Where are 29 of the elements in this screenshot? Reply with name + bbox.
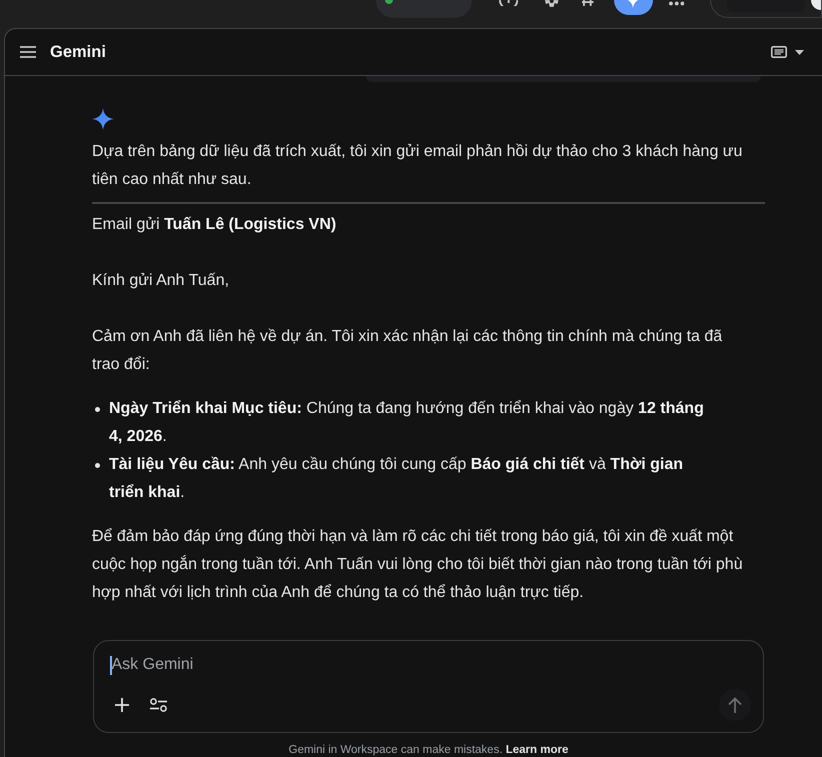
learn-more-link[interactable]: Learn more <box>506 744 568 756</box>
up-arrow-icon <box>728 697 742 713</box>
list-item: Ngày Triển khai Mục tiêu: Chúng ta đang hướng đến triển khai vào ngày 12 tháng 4, 2026. <box>109 399 705 447</box>
prompt-input[interactable]: Ask Gemini <box>112 653 412 677</box>
sliders-icon <box>150 698 166 712</box>
plus-icon <box>115 698 129 712</box>
response-text: Dựa trên bảng dữ liệu đã trích xuất, tôi xin gửi email phản hồi dự thảo cho 3 khách hàng ưu tiên cao nhất như sau. <box>92 142 744 190</box>
view-menu-button[interactable] <box>771 46 804 58</box>
settings-icon[interactable] <box>543 0 560 8</box>
layout-icon <box>771 46 787 58</box>
sparkle-icon <box>628 0 638 8</box>
email-paragraph: Kính gửi Anh Tuấn, <box>92 271 230 291</box>
email-paragraph: Để đảm bảo đáp ứng đúng thời hạn và làm rõ các chi tiết trong báo giá, tôi xin đề xuất một cuộc họp ngắn trong tuần tới. Anh Tuấn vui lòng cho tôi biết thời gian nào trong tuần tới phù hợp nhất với lịch trình của Anh để chúng ta có thể thảo luận trực tiếp. <box>92 527 744 603</box>
bars-icon[interactable] <box>582 0 594 6</box>
circle-icon[interactable] <box>498 0 518 6</box>
sparkle-button[interactable] <box>614 0 653 15</box>
caret-icon <box>795 50 804 54</box>
sparkle-icon <box>92 108 114 130</box>
menu-icon[interactable] <box>20 46 36 58</box>
avatar-icon[interactable] <box>811 0 821 10</box>
apps-icon[interactable] <box>668 1 684 6</box>
list-item: Tài liệu Yêu cầu: Anh yêu cầu chúng tôi cung cấp Báo giá chi tiết và Thời gian triển khai. <box>109 455 684 503</box>
email-heading: Email gửi Tuấn Lê (Logistics VN) <box>92 215 338 235</box>
email-paragraph: Cảm ơn Anh đã liên hệ về dự án. Tôi xin xác nhận lại các thông tin chính mà chúng ta đã trao đổi: <box>92 327 724 375</box>
disclaimer-text: Gemini in Workspace can make mistakes. Learn more <box>288 744 570 757</box>
bullet-icon <box>95 463 100 468</box>
panel-title: Gemini <box>50 42 106 63</box>
text-cursor-icon <box>110 656 112 674</box>
bullet-icon <box>95 407 100 412</box>
